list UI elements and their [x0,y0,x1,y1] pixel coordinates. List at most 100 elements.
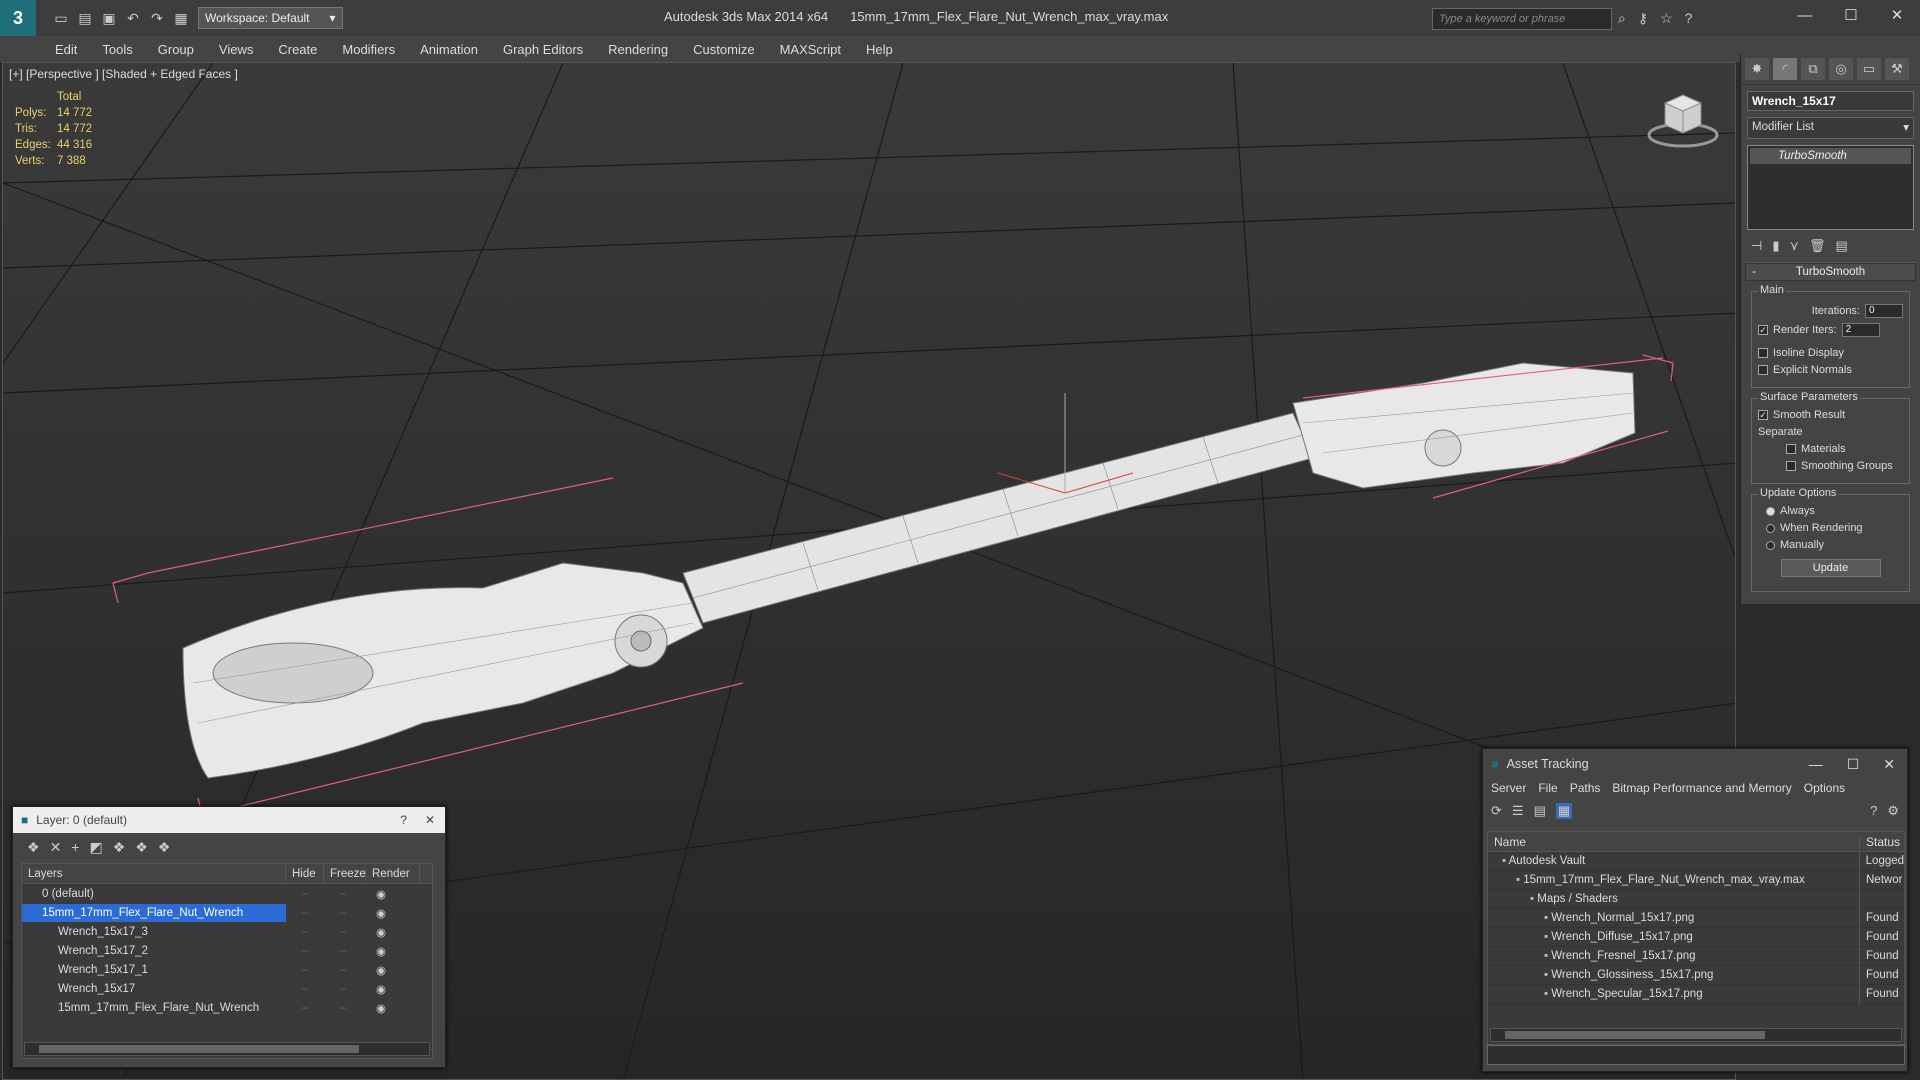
update-button[interactable]: Update [1780,559,1881,577]
hide-toggle[interactable]: ┈ [286,963,324,977]
new-file-icon[interactable]: ▭ [52,9,70,27]
workspace-dropdown[interactable]: Workspace: Default ▾ [198,7,343,29]
layer-window-titlebar[interactable]: ■ Layer: 0 (default) ? ✕ [13,807,445,833]
list-view-icon[interactable]: ☰ [1512,803,1524,819]
utilities-tab-icon[interactable]: ⚒ [1885,58,1909,80]
redo-icon[interactable]: ↷ [148,9,166,27]
col-freeze[interactable]: Freeze [324,863,366,884]
minimize-icon[interactable]: — [1809,756,1823,773]
object-name-field[interactable]: Wrench_15x17 [1747,91,1914,111]
hide-toggle[interactable]: ┈ [286,887,324,901]
hide-all-icon[interactable]: ❖ [135,839,148,856]
layer-row[interactable]: 15mm_17mm_Flex_Flare_Nut_Wrench ┈ ┈ ◉ [22,998,432,1017]
app-logo-icon[interactable]: 3 [0,0,36,36]
col-hide[interactable]: Hide [286,863,324,884]
menu-item[interactable]: Help [866,42,893,57]
layer-row[interactable]: Wrench_15x17 ┈ ┈ ◉ [22,979,432,998]
tree-view-icon[interactable]: ▤ [1534,803,1546,819]
render-teapot-icon[interactable]: ◉ [362,944,400,958]
asset-window-titlebar[interactable]: ■ Asset Tracking — ☐ ✕ [1483,749,1907,779]
layer-row[interactable]: Wrench_15x17_3 ┈ ┈ ◉ [22,922,432,941]
key-icon[interactable]: ⚷ [1638,10,1648,27]
asset-menu-item[interactable]: Paths [1570,781,1601,795]
freeze-toggle[interactable]: ┈ [324,925,362,939]
col-status[interactable]: Status [1860,835,1900,849]
layer-name[interactable]: Wrench_15x17_2 [22,942,286,960]
render-teapot-icon[interactable]: ◉ [362,906,400,920]
layer-name[interactable]: Wrench_15x17_1 [22,961,286,979]
minimize-icon[interactable]: — [1782,0,1828,32]
horizontal-scrollbar[interactable] [1490,1028,1902,1042]
star-icon[interactable]: ☆ [1660,10,1673,27]
wrench-model[interactable] [182,362,1636,779]
asset-row[interactable]: ▪ Wrench_Normal_15x17.png Found [1488,908,1904,928]
freeze-toggle[interactable]: ┈ [324,906,362,920]
stack-item-turbosmooth[interactable]: TurboSmooth [1750,148,1911,164]
maximize-icon[interactable]: ☐ [1828,0,1874,32]
freeze-toggle[interactable]: ┈ [324,1001,362,1015]
isoline-checkbox[interactable] [1758,348,1768,358]
materials-checkbox[interactable] [1786,444,1796,454]
freeze-toggle[interactable]: ┈ [324,982,362,996]
highlight-layer-icon[interactable]: ❖ [113,839,126,856]
search-input[interactable]: Type a keyword or phrase [1432,8,1612,30]
maximize-icon[interactable]: ☐ [1847,756,1860,773]
menu-item[interactable]: Rendering [608,42,668,57]
remove-modifier-icon[interactable]: 🗑 [1809,238,1826,254]
when-rendering-radio[interactable] [1766,523,1775,533]
hide-toggle[interactable]: ┈ [286,982,324,996]
pin-stack-icon[interactable]: ⊣ [1751,238,1762,254]
menu-item[interactable]: Group [158,42,194,57]
layer-row[interactable]: 0 (default) ┈ ┈ ◉ [22,884,432,903]
undo-icon[interactable]: ↶ [124,9,142,27]
freeze-toggle[interactable]: ┈ [324,944,362,958]
layer-name[interactable]: 15mm_17mm_Flex_Flare_Nut_Wrench [22,903,286,922]
select-objects-icon[interactable]: ◩ [89,839,102,856]
close-icon[interactable]: ✕ [1874,0,1920,32]
hide-toggle[interactable]: ┈ [286,925,324,939]
hierarchy-tab-icon[interactable]: ⧉ [1801,58,1825,80]
layer-name[interactable]: 0 (default) [22,885,286,903]
menu-item[interactable]: Views [219,42,253,57]
motion-tab-icon[interactable]: ◎ [1829,58,1853,80]
col-layers[interactable]: Layers [22,863,286,884]
show-end-result-icon[interactable]: ▮ [1772,238,1779,254]
help-icon[interactable]: ? [1685,10,1693,27]
save-icon[interactable]: ▣ [100,9,118,27]
smoothing-groups-checkbox[interactable] [1786,461,1796,471]
menu-item[interactable]: Animation [420,42,478,57]
make-unique-icon[interactable]: ⋎ [1789,238,1799,254]
render-teapot-icon[interactable]: ◉ [362,1001,400,1015]
help-icon[interactable]: ? [1870,803,1877,819]
hide-toggle[interactable]: ┈ [286,944,324,958]
menu-item[interactable]: Edit [55,42,77,57]
modify-tab-icon[interactable]: ◜ [1773,58,1797,80]
render-teapot-icon[interactable]: ◉ [362,887,400,901]
hide-toggle[interactable]: ┈ [286,1001,324,1015]
layer-name[interactable]: Wrench_15x17_3 [22,923,286,941]
settings-icon[interactable]: ⚙ [1887,803,1899,819]
asset-menu-item[interactable]: Bitmap Performance and Memory [1612,781,1791,795]
iterations-spinner[interactable]: 0 [1865,304,1903,318]
create-layer-icon[interactable]: ❖ [27,839,40,856]
asset-row[interactable]: ▪ Wrench_Glossiness_15x17.png Found [1488,965,1904,985]
modifier-list-dropdown[interactable]: Modifier List [1747,117,1914,139]
freeze-toggle[interactable]: ┈ [324,963,362,977]
refresh-icon[interactable]: ⟳ [1491,803,1502,819]
asset-row[interactable]: ▪ Wrench_Specular_15x17.png Found [1488,984,1904,1004]
menu-item[interactable]: Create [278,42,317,57]
freeze-all-icon[interactable]: ❖ [158,839,171,856]
render-iters-checkbox[interactable]: ✓ [1758,325,1768,335]
col-render[interactable]: Render [366,863,420,884]
table-view-icon[interactable]: ▦ [1555,803,1573,819]
asset-menu-item[interactable]: File [1538,781,1557,795]
explicit-normals-checkbox[interactable] [1758,365,1768,375]
manually-radio[interactable] [1766,540,1775,550]
configure-sets-icon[interactable]: ▤ [1836,238,1848,254]
always-radio[interactable] [1766,506,1775,516]
close-icon[interactable]: ✕ [425,813,435,827]
binoculars-icon[interactable]: ⌕ [1618,10,1626,27]
open-file-icon[interactable]: ▤ [76,9,94,27]
menu-item[interactable]: Tools [102,42,132,57]
create-tab-icon[interactable]: ✸ [1745,58,1769,80]
